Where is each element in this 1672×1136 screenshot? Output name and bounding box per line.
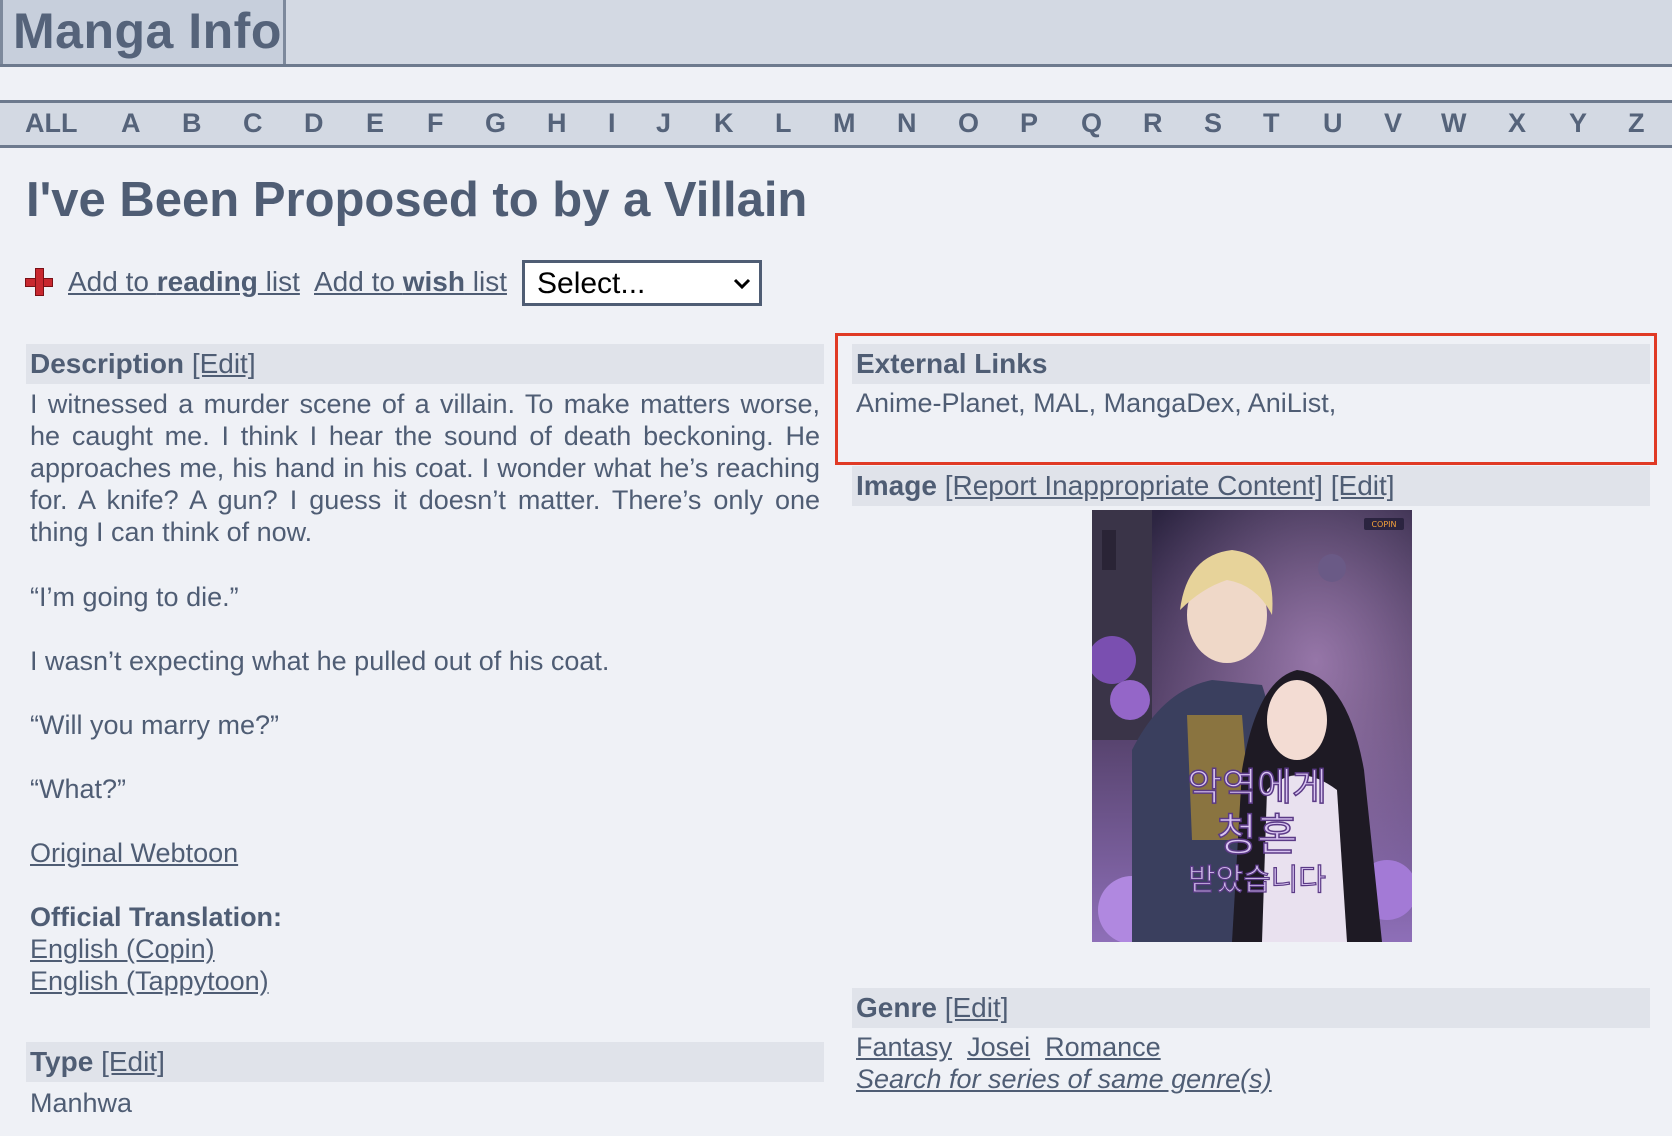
report-content-link[interactable]: [Report Inappropriate Content] [945,470,1323,501]
plus-icon [25,268,53,296]
alphabet-nav: ALL A B C D E F G H I J K L M N O P Q R … [0,100,1672,148]
external-link-mal[interactable]: MAL [1033,388,1089,418]
description-quote-2: “Will you marry me?” [30,710,280,740]
original-webtoon-link[interactable]: Original Webtoon [30,838,238,869]
genre-link-romance[interactable]: Romance [1045,1032,1161,1062]
alpha-i[interactable]: I [608,108,616,139]
alpha-h[interactable]: H [547,108,567,139]
alpha-k[interactable]: K [714,108,734,139]
genre-edit-link[interactable]: [Edit] [945,992,1009,1023]
cover-title-line-1: 악역에게 [1187,765,1327,809]
genre-list: Fantasy Josei Romance [856,1032,1161,1063]
description-text: I witnessed a murder scene of a villain.… [30,389,820,547]
image-edit-link[interactable]: [Edit] [1331,470,1395,501]
alpha-p[interactable]: P [1020,108,1038,139]
site-title-tab[interactable]: Manga Info [0,0,286,64]
external-links-header: External Links [852,344,1650,384]
alpha-y[interactable]: Y [1569,108,1587,139]
description-quote-1: “I’m going to die.” [30,582,239,612]
alpha-all[interactable]: ALL [25,108,77,139]
cover-title-line-3: 받았습니다 [1188,863,1326,898]
alpha-b[interactable]: B [182,108,202,139]
alpha-o[interactable]: O [958,108,979,139]
genre-link-fantasy[interactable]: Fantasy [856,1032,952,1062]
chevron-down-icon [733,278,751,290]
list-select[interactable]: Select... [522,260,762,306]
alpha-m[interactable]: M [833,108,856,139]
alpha-t[interactable]: T [1263,108,1280,139]
alpha-z[interactable]: Z [1628,108,1645,139]
alpha-q[interactable]: Q [1081,108,1102,139]
site-title: Manga Info [13,3,282,59]
genre-header: Genre [Edit] [852,988,1650,1028]
image-header: Image [Report Inappropriate Content] [Ed… [852,466,1650,506]
alpha-u[interactable]: U [1323,108,1343,139]
alpha-n[interactable]: N [897,108,917,139]
type-edit-link[interactable]: [Edit] [101,1046,165,1077]
list-select-value: Select... [537,267,646,300]
alpha-r[interactable]: R [1143,108,1163,139]
alpha-j[interactable]: J [656,108,671,139]
type-header: Type [Edit] [26,1042,824,1082]
external-link-anime-planet[interactable]: Anime-Planet [856,388,1018,418]
cover-image: 악역에게 청혼 받았습니다 COPIN [1092,510,1412,942]
alpha-l[interactable]: L [775,108,792,139]
description-header: Description [Edit] [26,344,824,384]
official-translation-label: Official Translation: [30,902,283,932]
alpha-g[interactable]: G [485,108,506,139]
alpha-a[interactable]: A [121,108,141,139]
genre-link-josei[interactable]: Josei [967,1032,1030,1062]
alpha-f[interactable]: F [427,108,444,139]
external-link-mangadex[interactable]: MangaDex [1104,388,1235,418]
alpha-c[interactable]: C [243,108,263,139]
alpha-x[interactable]: X [1508,108,1526,139]
alpha-e[interactable]: E [366,108,384,139]
cover-title-line-2: 청혼 [1217,810,1298,861]
search-same-genre-link[interactable]: Search for series of same genre(s) [856,1064,1272,1095]
alpha-d[interactable]: D [304,108,324,139]
add-to-wish-list-link[interactable]: Add to wish list [314,266,507,298]
external-links-list: Anime-Planet, MAL, MangaDex, AniList, [856,388,1337,418]
site-header: Manga Info [0,0,1672,67]
cover-publisher-badge: COPIN [1371,520,1396,529]
alpha-w[interactable]: W [1441,108,1466,139]
translation-link-tappytoon[interactable]: English (Tappytoon) [30,966,269,997]
external-link-anilist[interactable]: AniList [1248,388,1329,418]
series-title: I've Been Proposed to by a Villain [26,173,808,227]
type-value: Manhwa [30,1088,133,1118]
translation-link-copin[interactable]: English (Copin) [30,934,215,965]
alpha-s[interactable]: S [1204,108,1222,139]
description-quote-3: “What?” [30,774,127,804]
add-to-reading-list-link[interactable]: Add to reading list [68,266,300,298]
description-edit-link[interactable]: [Edit] [192,348,256,379]
alpha-v[interactable]: V [1384,108,1402,139]
description-line-2: I wasn’t expecting what he pulled out of… [30,646,610,676]
